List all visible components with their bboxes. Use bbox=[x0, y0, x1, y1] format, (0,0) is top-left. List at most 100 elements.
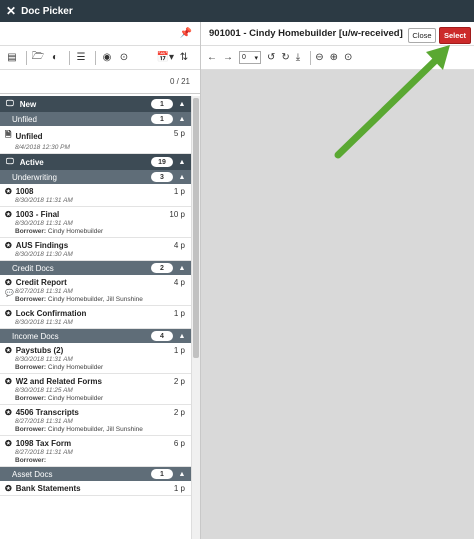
toolbar-divider bbox=[95, 50, 96, 65]
select-button[interactable]: Select bbox=[439, 27, 471, 44]
pin-icon[interactable]: 📌 bbox=[180, 28, 192, 39]
toolbar-divider bbox=[69, 50, 70, 65]
app-logo-icon: ✕ bbox=[6, 4, 17, 18]
inbox-icon: 🖵 bbox=[6, 99, 14, 108]
doc-pages: 1 p bbox=[173, 309, 185, 318]
list-item[interactable]: ✪ Paystubs (2) 1 p 8/30/2018 11:31 AM Bor… bbox=[0, 343, 191, 374]
zoom-out-icon[interactable]: ⊖ bbox=[315, 52, 323, 63]
rotate-right-icon[interactable]: ↻ bbox=[281, 52, 289, 63]
radio-icon[interactable]: ◉ bbox=[100, 50, 114, 66]
doc-date: 8/4/2018 12:30 PM bbox=[15, 144, 70, 151]
check-shield-icon: ✪ bbox=[5, 278, 12, 287]
list-item[interactable]: ✪ 1008 1 p 8/30/2018 11:31 AM bbox=[0, 184, 191, 207]
chevron-up-icon[interactable]: ▲ bbox=[173, 174, 191, 181]
doc-date: 8/30/2018 11:31 AM bbox=[15, 197, 73, 204]
count-badge: 19 bbox=[151, 157, 173, 167]
doc-borrower: Borrower: Cindy Homebuilder bbox=[15, 228, 104, 235]
arrow-left-icon[interactable]: ← bbox=[207, 52, 217, 63]
document-list-panel: 📌 ▤ 🗁 ◐ ☰ ◉ ⊙ 📅▾ ⇅ 0 / 21 🖵 New 1 ▲ Unfi… bbox=[0, 22, 201, 539]
calendar-dropdown-icon[interactable]: 📅▾ bbox=[157, 50, 174, 66]
doc-date: 8/30/2018 11:30 AM bbox=[15, 251, 73, 258]
list-item[interactable]: ✪ 1098 Tax Form 6 p 8/27/2018 11:31 AM Bo… bbox=[0, 436, 191, 467]
pin-row: 📌 bbox=[0, 22, 200, 46]
chevron-up-icon[interactable]: ▲ bbox=[173, 159, 191, 166]
group-header-income-docs[interactable]: Income Docs 4 ▲ bbox=[0, 329, 191, 343]
comment-icon[interactable]: 💬 bbox=[5, 289, 14, 297]
folder-open-icon[interactable]: 🗁 bbox=[31, 50, 45, 66]
chevron-down-icon: ▾ bbox=[254, 54, 258, 62]
app-title: Doc Picker bbox=[21, 5, 73, 17]
section-header-active[interactable]: 🖵 Active 19 ▲ bbox=[0, 154, 191, 170]
page-select[interactable]: 0 ▾ bbox=[239, 51, 261, 64]
list-item[interactable]: ✪ W2 and Related Forms 2 p 8/30/2018 11:2… bbox=[0, 374, 191, 405]
viewer-toolbar: ← → 0 ▾ ↺ ↻ ⤓ ⊖ ⊕ ⊙ bbox=[201, 46, 474, 70]
doc-pages: 6 p bbox=[173, 439, 185, 448]
rotate-left-icon[interactable]: ↺ bbox=[267, 52, 275, 63]
list-item[interactable]: ✪ Credit Report 4 p 💬 8/27/2018 11:31 AM … bbox=[0, 275, 191, 306]
check-shield-icon: ✪ bbox=[5, 484, 12, 493]
doc-date: 8/27/2018 11:31 AM bbox=[15, 288, 73, 295]
list-item[interactable]: ✪ 1003 - Final 10 p 8/30/2018 11:31 AM Bo… bbox=[0, 207, 191, 238]
chevron-up-icon[interactable]: ▲ bbox=[173, 333, 191, 340]
list-indent-icon[interactable]: ☰ bbox=[74, 50, 88, 66]
list-item[interactable]: ✪ AUS Findings 4 p 8/30/2018 11:30 AM bbox=[0, 238, 191, 261]
toolbar-divider bbox=[26, 50, 27, 65]
doc-name: 1008 bbox=[15, 187, 34, 196]
document-list: 🖵 New 1 ▲ Unfiled 1 ▲ 🗎 Unfiled 5 p 8/4/2… bbox=[0, 96, 191, 496]
check-shield-icon: ✪ bbox=[5, 210, 12, 219]
check-shield-icon: ✪ bbox=[5, 241, 12, 250]
doc-count: 0 / 21 bbox=[169, 77, 190, 86]
doc-date: 8/30/2018 11:31 AM bbox=[15, 319, 73, 326]
check-shield-icon: ✪ bbox=[5, 187, 12, 196]
list-toolbar: ▤ 🗁 ◐ ☰ ◉ ⊙ 📅▾ ⇅ bbox=[0, 46, 200, 70]
arrow-right-icon[interactable]: → bbox=[223, 52, 233, 63]
doc-borrower: Borrower: Cindy Homebuilder bbox=[15, 395, 104, 402]
view-list-icon[interactable]: ▤ bbox=[5, 50, 19, 66]
group-header-underwriting[interactable]: Underwriting 3 ▲ bbox=[0, 170, 191, 184]
page-select-value: 0 bbox=[242, 54, 246, 61]
list-item[interactable]: 🗎 Unfiled 5 p 8/4/2018 12:30 PM bbox=[0, 126, 191, 154]
toolbar-right: 📅▾ ⇅ bbox=[157, 50, 200, 66]
group-label: Credit Docs bbox=[12, 263, 54, 273]
viewer-panel: 901001 - Cindy Homebuilder [u/w-received… bbox=[201, 22, 474, 539]
chevron-up-icon[interactable]: ▲ bbox=[173, 116, 191, 123]
chevron-up-icon[interactable]: ▲ bbox=[173, 101, 191, 108]
doc-date: 8/30/2018 11:25 AM bbox=[15, 387, 73, 394]
group-label: Income Docs bbox=[12, 331, 59, 341]
doc-pages: 1 p bbox=[173, 187, 185, 196]
doc-name: 1003 - Final bbox=[15, 210, 60, 219]
group-header-unfiled[interactable]: Unfiled 1 ▲ bbox=[0, 112, 191, 126]
count-badge: 3 bbox=[151, 172, 173, 182]
chevron-up-icon[interactable]: ▲ bbox=[173, 265, 191, 272]
check-shield-icon: ✪ bbox=[5, 309, 12, 318]
count-badge: 1 bbox=[151, 469, 173, 479]
close-button[interactable]: Close bbox=[408, 28, 436, 43]
section-header-new[interactable]: 🖵 New 1 ▲ bbox=[0, 96, 191, 112]
doc-date: 8/30/2018 11:31 AM bbox=[15, 220, 73, 227]
toggle-icon[interactable]: ◐ bbox=[48, 50, 62, 66]
sort-icon[interactable]: ⇅ bbox=[177, 50, 191, 66]
chevron-up-icon[interactable]: ▲ bbox=[173, 471, 191, 478]
viewer-header: 901001 - Cindy Homebuilder [u/w-received… bbox=[201, 22, 474, 46]
scrollbar-thumb[interactable] bbox=[193, 98, 199, 358]
list-scrollbar[interactable] bbox=[191, 96, 200, 539]
doc-pages: 10 p bbox=[169, 210, 185, 219]
list-item[interactable]: ✪ Bank Statements 1 p bbox=[0, 481, 191, 496]
target-icon[interactable]: ⊙ bbox=[117, 50, 131, 66]
inbox-icon: 🖵 bbox=[6, 157, 14, 166]
doc-borrower: Borrower: Cindy Homebuilder, Jill Sunshi… bbox=[15, 426, 143, 433]
document-icon: 🗎 bbox=[5, 130, 12, 139]
group-header-credit-docs[interactable]: Credit Docs 2 ▲ bbox=[0, 261, 191, 275]
download-icon[interactable]: ⤓ bbox=[296, 52, 300, 63]
zoom-fit-icon[interactable]: ⊙ bbox=[344, 52, 352, 63]
count-badge: 2 bbox=[151, 263, 173, 273]
list-item[interactable]: ✪ Lock Confirmation 1 p 8/30/2018 11:31 A… bbox=[0, 306, 191, 329]
zoom-in-icon[interactable]: ⊕ bbox=[330, 52, 338, 63]
doc-name: Bank Statements bbox=[15, 484, 81, 493]
list-item[interactable]: ✪ 4506 Transcripts 2 p 8/27/2018 11:31 AM… bbox=[0, 405, 191, 436]
doc-pages: 4 p bbox=[173, 241, 185, 250]
group-label: Underwriting bbox=[12, 172, 57, 182]
group-label: Asset Docs bbox=[12, 469, 53, 479]
group-header-asset-docs[interactable]: Asset Docs 1 ▲ bbox=[0, 467, 191, 481]
doc-date: 8/30/2018 11:31 AM bbox=[15, 356, 73, 363]
